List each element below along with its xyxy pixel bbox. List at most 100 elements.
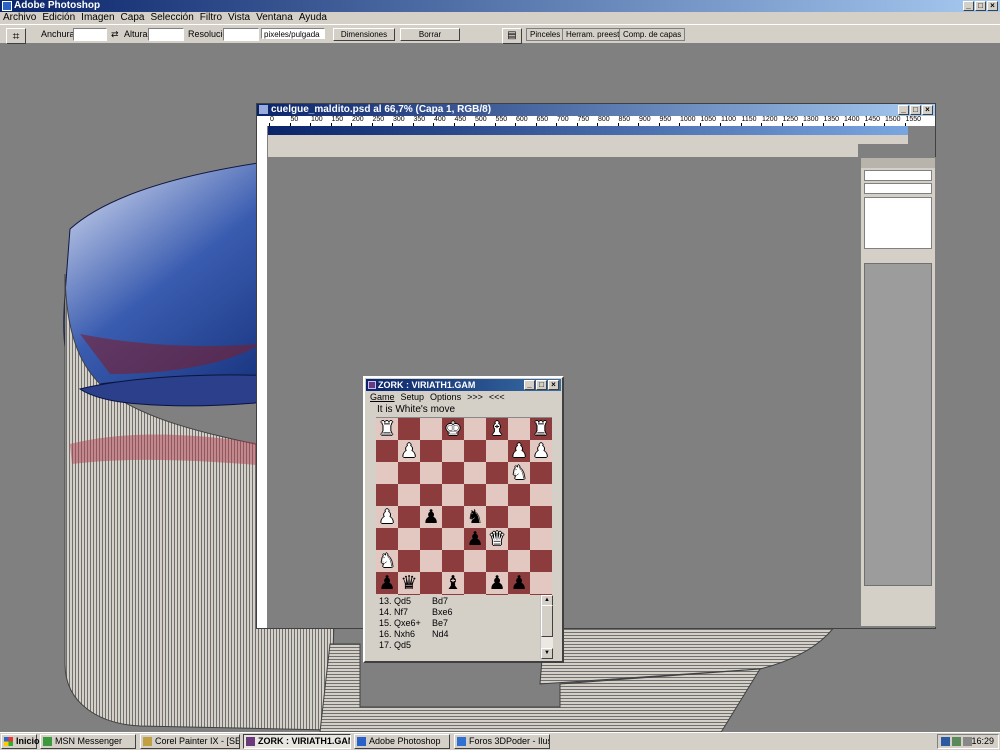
move-list-scrollbar[interactable]: ▲ ▼	[540, 595, 553, 659]
chess-close-button[interactable]: ×	[548, 380, 559, 390]
white-bishop-icon[interactable]: ♝	[486, 418, 508, 440]
white-knight-icon[interactable]: ♞	[508, 462, 530, 484]
board-square[interactable]	[464, 572, 486, 594]
board-square[interactable]	[508, 418, 530, 440]
tab-pinceles[interactable]: Pinceles	[526, 28, 565, 41]
doc-close-button[interactable]: ×	[922, 105, 933, 115]
language-icon[interactable]	[941, 737, 950, 746]
clear-button[interactable]: Borrar	[400, 28, 460, 41]
width-input[interactable]	[73, 28, 107, 41]
white-pawn-icon[interactable]: ♟	[376, 506, 398, 528]
board-square[interactable]	[420, 528, 442, 550]
board-square[interactable]	[464, 418, 486, 440]
board-square[interactable]	[376, 440, 398, 462]
menu-archivo[interactable]: Archivo	[0, 12, 39, 24]
menu-ventana[interactable]: Ventana	[253, 12, 296, 24]
board-square[interactable]	[376, 462, 398, 484]
board-square[interactable]	[420, 484, 442, 506]
chess-title-bar[interactable]: ZORK : VIRIATH1.GAM _ □ ×	[366, 379, 561, 391]
scroll-down-arrow[interactable]: ▼	[541, 648, 553, 659]
document-window[interactable]: cuelgue_maldito.psd al 66,7% (Capa 1, RG…	[256, 103, 936, 629]
board-square[interactable]	[530, 572, 552, 594]
dimensions-button[interactable]: Dimensiones	[333, 28, 395, 41]
board-square[interactable]	[398, 462, 420, 484]
task-zork-chess[interactable]: ZORK : VIRIATH1.GAM	[243, 734, 351, 749]
board-square[interactable]	[530, 506, 552, 528]
doc-minimize-button[interactable]: _	[898, 105, 909, 115]
board-square[interactable]	[442, 506, 464, 528]
board-square[interactable]	[420, 440, 442, 462]
white-pawn-icon[interactable]: ♟	[530, 440, 552, 462]
board-square[interactable]	[530, 550, 552, 572]
black-queen-icon[interactable]: ♛	[398, 572, 420, 594]
board-square[interactable]	[464, 550, 486, 572]
network-icon[interactable]	[952, 737, 961, 746]
scroll-thumb[interactable]	[541, 605, 553, 637]
board-square[interactable]	[508, 506, 530, 528]
board-square[interactable]	[530, 462, 552, 484]
white-knight-icon[interactable]: ♞	[376, 550, 398, 572]
white-rook-icon[interactable]: ♜	[530, 418, 552, 440]
crop-tool-icon[interactable]: ⌗	[6, 28, 26, 44]
board-square[interactable]	[486, 484, 508, 506]
black-pawn-icon[interactable]: ♟	[420, 506, 442, 528]
board-square[interactable]	[420, 462, 442, 484]
maximize-button[interactable]: □	[975, 1, 986, 11]
menu-back[interactable]: <<<	[489, 392, 505, 403]
board-square[interactable]	[442, 462, 464, 484]
board-square[interactable]	[530, 528, 552, 550]
board-square[interactable]	[398, 484, 420, 506]
white-king-icon[interactable]: ♚	[442, 418, 464, 440]
white-rook-icon[interactable]: ♜	[376, 418, 398, 440]
board-square[interactable]	[376, 484, 398, 506]
black-pawn-icon[interactable]: ♟	[464, 528, 486, 550]
start-button[interactable]: Inicio	[1, 734, 40, 749]
chess-window[interactable]: ZORK : VIRIATH1.GAM _ □ × Game Setup Opt…	[363, 376, 564, 663]
swap-icon[interactable]: ⇄	[111, 28, 119, 41]
board-square[interactable]	[464, 484, 486, 506]
chess-maximize-button[interactable]: □	[536, 380, 547, 390]
board-square[interactable]	[486, 550, 508, 572]
palette-well-icon[interactable]: ▤	[502, 28, 522, 44]
white-pawn-icon[interactable]: ♟	[398, 440, 420, 462]
black-knight-icon[interactable]: ♞	[464, 506, 486, 528]
menu-forward[interactable]: >>>	[467, 392, 483, 403]
white-pawn-icon[interactable]: ♟	[508, 440, 530, 462]
board-square[interactable]	[486, 462, 508, 484]
board-square[interactable]	[420, 550, 442, 572]
unit-select[interactable]: pixeles/pulgada	[261, 28, 325, 39]
minimize-button[interactable]: _	[963, 1, 974, 11]
menu-game[interactable]: Game	[370, 392, 395, 403]
board-square[interactable]	[398, 418, 420, 440]
height-input[interactable]	[148, 28, 184, 41]
board-square[interactable]	[464, 462, 486, 484]
board-square[interactable]	[398, 528, 420, 550]
task-foros-3dpoder[interactable]: Foros 3DPoder - Ilustraci...	[454, 734, 550, 749]
menu-filtro[interactable]: Filtro	[197, 12, 225, 24]
document-title-bar[interactable]: cuelgue_maldito.psd al 66,7% (Capa 1, RG…	[257, 104, 935, 116]
chess-board[interactable]: ♜♚♝♜♟♟♟♞♟♟♞♟♛♞♟♛♝♟♟♜♚♜	[376, 417, 552, 616]
board-square[interactable]	[398, 506, 420, 528]
board-square[interactable]	[530, 484, 552, 506]
chess-minimize-button[interactable]: _	[524, 380, 535, 390]
menu-setup[interactable]: Setup	[401, 392, 425, 403]
board-square[interactable]	[486, 506, 508, 528]
black-bishop-icon[interactable]: ♝	[442, 572, 464, 594]
board-square[interactable]	[398, 550, 420, 572]
white-queen-icon[interactable]: ♛	[486, 528, 508, 550]
menu-options[interactable]: Options	[430, 392, 461, 403]
task-adobe-photoshop[interactable]: Adobe Photoshop	[354, 734, 450, 749]
menu-edicion[interactable]: Edición	[39, 12, 78, 24]
black-pawn-icon[interactable]: ♟	[508, 572, 530, 594]
board-square[interactable]	[442, 484, 464, 506]
task-msn-messenger[interactable]: MSN Messenger	[40, 734, 136, 749]
board-square[interactable]	[420, 572, 442, 594]
board-square[interactable]	[464, 440, 486, 462]
board-square[interactable]	[486, 440, 508, 462]
board-square[interactable]	[442, 528, 464, 550]
board-square[interactable]	[420, 418, 442, 440]
board-square[interactable]	[442, 440, 464, 462]
menu-seleccion[interactable]: Selección	[147, 12, 196, 24]
black-pawn-icon[interactable]: ♟	[486, 572, 508, 594]
board-square[interactable]	[508, 484, 530, 506]
